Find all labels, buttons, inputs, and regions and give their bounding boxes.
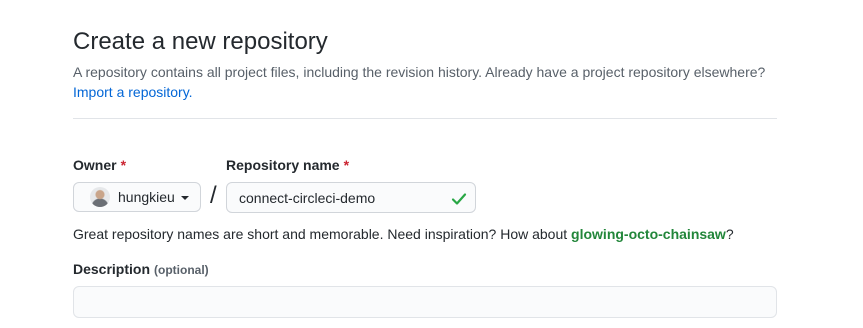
- description-label-text: Description: [73, 261, 151, 277]
- description-label: Description (optional): [73, 260, 209, 279]
- owner-label: Owner *: [73, 156, 126, 174]
- owner-repo-separator: /: [210, 182, 217, 209]
- repository-name-label: Repository name *: [226, 156, 349, 174]
- hint-suffix: ?: [725, 226, 734, 242]
- check-icon: [451, 193, 467, 205]
- chevron-down-icon: [180, 196, 189, 200]
- repository-name-label-text: Repository name: [226, 157, 340, 173]
- owner-name: hungkieu: [118, 189, 175, 205]
- repository-required-mark: *: [343, 157, 350, 173]
- divider: [73, 118, 777, 119]
- import-repository-link[interactable]: Import a repository.: [73, 82, 193, 102]
- description-input[interactable]: [73, 286, 777, 318]
- hint-text: Great repository names are short and mem…: [73, 226, 572, 242]
- suggested-name-link[interactable]: glowing-octo-chainsaw: [571, 226, 726, 242]
- page-title: Create a new repository: [73, 28, 328, 55]
- repository-name-input[interactable]: [226, 182, 476, 213]
- owner-select-button[interactable]: hungkieu: [73, 182, 201, 212]
- optional-tag: (optional): [154, 263, 209, 277]
- owner-label-text: Owner: [73, 157, 117, 173]
- repository-name-hint: Great repository names are short and mem…: [73, 224, 734, 244]
- owner-required-mark: *: [120, 157, 127, 173]
- avatar: [90, 187, 110, 207]
- page-subtitle: A repository contains all project files,…: [73, 64, 766, 80]
